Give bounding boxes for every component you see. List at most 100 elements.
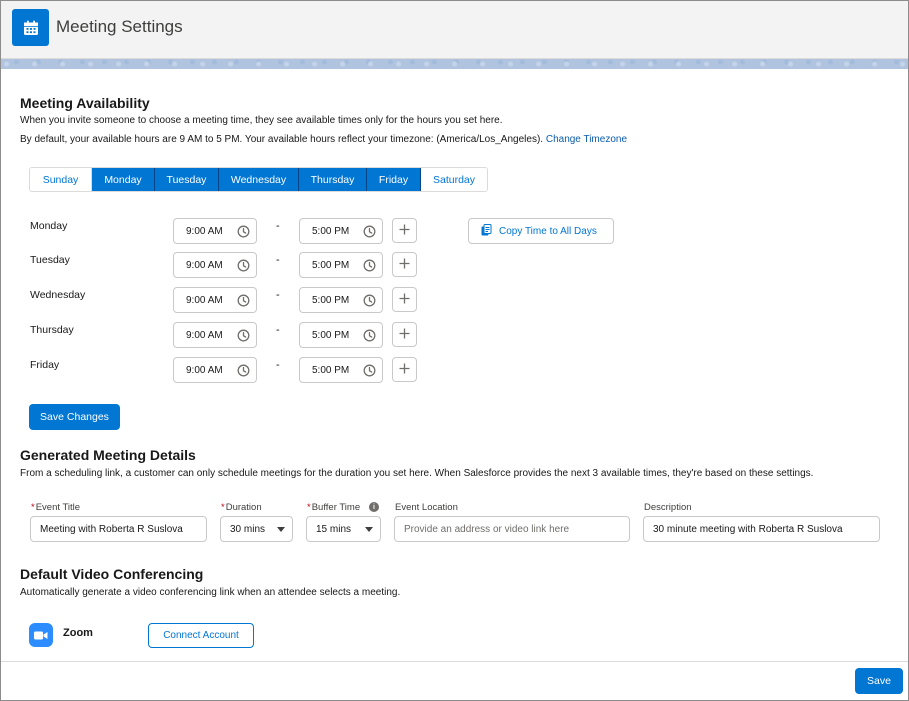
duration-label-text: Duration <box>225 502 262 513</box>
timezone-text: By default, your available hours are 9 A… <box>20 134 544 145</box>
timezone-description: By default, your available hours are 9 A… <box>20 134 627 145</box>
row-label-friday: Friday <box>30 359 60 371</box>
required-marker: * <box>31 502 35 513</box>
copy-icon <box>481 223 492 239</box>
description-label: Description <box>644 502 692 513</box>
row-label-monday: Monday <box>30 220 68 232</box>
video-heading: Default Video Conferencing <box>20 566 204 582</box>
clock-icon <box>237 225 250 241</box>
plus-icon <box>399 361 410 379</box>
end-time-input-friday[interactable]: 5:00 PM <box>299 357 383 383</box>
zoom-icon <box>29 623 53 647</box>
end-time-value: 5:00 PM <box>312 294 350 306</box>
buffer-time-label-text: Buffer Time <box>311 502 361 513</box>
end-time-value: 5:00 PM <box>312 364 350 376</box>
dropdown-caret-icon <box>277 527 285 532</box>
time-separator: - <box>276 289 280 301</box>
clock-icon <box>363 364 376 380</box>
description-input[interactable]: 30 minute meeting with Roberta R Suslova <box>643 516 880 542</box>
time-separator: - <box>276 359 280 371</box>
copy-time-to-all-days-button[interactable]: Copy Time to All Days <box>468 218 614 244</box>
add-time-button-wednesday[interactable] <box>392 287 417 312</box>
day-selector: Sunday Monday Tuesday Wednesday Thursday… <box>29 167 488 192</box>
duration-label: *Duration <box>221 502 262 513</box>
availability-description: When you invite someone to choose a meet… <box>20 115 503 126</box>
clock-icon <box>237 259 250 275</box>
day-tab-thursday[interactable]: Thursday <box>299 168 367 191</box>
plus-icon <box>399 256 410 274</box>
day-tab-friday[interactable]: Friday <box>367 168 421 191</box>
time-separator: - <box>276 254 280 266</box>
clock-icon <box>237 294 250 310</box>
end-time-input-thursday[interactable]: 5:00 PM <box>299 322 383 348</box>
plus-icon <box>399 222 410 240</box>
time-separator: - <box>276 220 280 232</box>
row-label-thursday: Thursday <box>30 324 74 336</box>
save-button[interactable]: Save <box>855 668 903 694</box>
time-separator: - <box>276 324 280 336</box>
row-label-wednesday: Wednesday <box>30 289 86 301</box>
zoom-provider-name: Zoom <box>63 627 93 639</box>
duration-value: 30 mins <box>230 523 266 535</box>
header-banner <box>1 59 908 69</box>
start-time-input-thursday[interactable]: 9:00 AM <box>173 322 257 348</box>
day-tab-monday[interactable]: Monday <box>92 168 155 191</box>
day-tab-saturday[interactable]: Saturday <box>421 168 487 191</box>
start-time-value: 9:00 AM <box>186 329 223 341</box>
connect-account-button[interactable]: Connect Account <box>148 623 254 648</box>
add-time-button-friday[interactable] <box>392 357 417 382</box>
event-title-label: *Event Title <box>31 502 80 513</box>
clock-icon <box>363 294 376 310</box>
day-tab-tuesday[interactable]: Tuesday <box>155 168 219 191</box>
calendar-icon <box>12 9 49 46</box>
end-time-value: 5:00 PM <box>312 259 350 271</box>
details-description: From a scheduling link, a customer can o… <box>20 468 814 479</box>
start-time-input-monday[interactable]: 9:00 AM <box>173 218 257 244</box>
video-description: Automatically generate a video conferenc… <box>20 587 401 598</box>
start-time-value: 9:00 AM <box>186 225 223 237</box>
buffer-time-label: *Buffer Time <box>307 502 360 513</box>
required-marker: * <box>221 502 225 513</box>
required-marker: * <box>307 502 311 513</box>
buffer-time-value: 15 mins <box>316 523 352 535</box>
save-changes-button[interactable]: Save Changes <box>29 404 120 430</box>
clock-icon <box>237 364 250 380</box>
day-tab-sunday[interactable]: Sunday <box>30 168 92 191</box>
add-time-button-monday[interactable] <box>392 218 417 243</box>
page-footer <box>1 661 908 700</box>
event-location-label: Event Location <box>395 502 458 513</box>
day-tab-wednesday[interactable]: Wednesday <box>219 168 299 191</box>
clock-icon <box>363 225 376 241</box>
clock-icon <box>237 329 250 345</box>
buffer-time-select[interactable]: 15 mins <box>306 516 381 542</box>
event-location-input[interactable]: Provide an address or video link here <box>394 516 630 542</box>
change-timezone-link[interactable]: Change Timezone <box>546 134 627 145</box>
end-time-input-wednesday[interactable]: 5:00 PM <box>299 287 383 313</box>
start-time-value: 9:00 AM <box>186 259 223 271</box>
start-time-value: 9:00 AM <box>186 294 223 306</box>
start-time-input-wednesday[interactable]: 9:00 AM <box>173 287 257 313</box>
row-label-tuesday: Tuesday <box>30 254 70 266</box>
duration-select[interactable]: 30 mins <box>220 516 293 542</box>
end-time-input-monday[interactable]: 5:00 PM <box>299 218 383 244</box>
page-title: Meeting Settings <box>56 17 183 36</box>
add-time-button-thursday[interactable] <box>392 322 417 347</box>
start-time-input-friday[interactable]: 9:00 AM <box>173 357 257 383</box>
availability-heading: Meeting Availability <box>20 95 150 111</box>
start-time-input-tuesday[interactable]: 9:00 AM <box>173 252 257 278</box>
event-title-input[interactable]: Meeting with Roberta R Suslova <box>30 516 207 542</box>
end-time-input-tuesday[interactable]: 5:00 PM <box>299 252 383 278</box>
add-time-button-tuesday[interactable] <box>392 252 417 277</box>
details-heading: Generated Meeting Details <box>20 447 196 463</box>
clock-icon <box>363 259 376 275</box>
dropdown-caret-icon <box>365 527 373 532</box>
end-time-value: 5:00 PM <box>312 225 350 237</box>
start-time-value: 9:00 AM <box>186 364 223 376</box>
page-header: Meeting Settings <box>1 1 908 59</box>
end-time-value: 5:00 PM <box>312 329 350 341</box>
event-title-label-text: Event Title <box>35 502 81 513</box>
info-icon[interactable]: i <box>369 502 379 512</box>
plus-icon <box>399 291 410 309</box>
clock-icon <box>363 329 376 345</box>
plus-icon <box>399 326 410 344</box>
